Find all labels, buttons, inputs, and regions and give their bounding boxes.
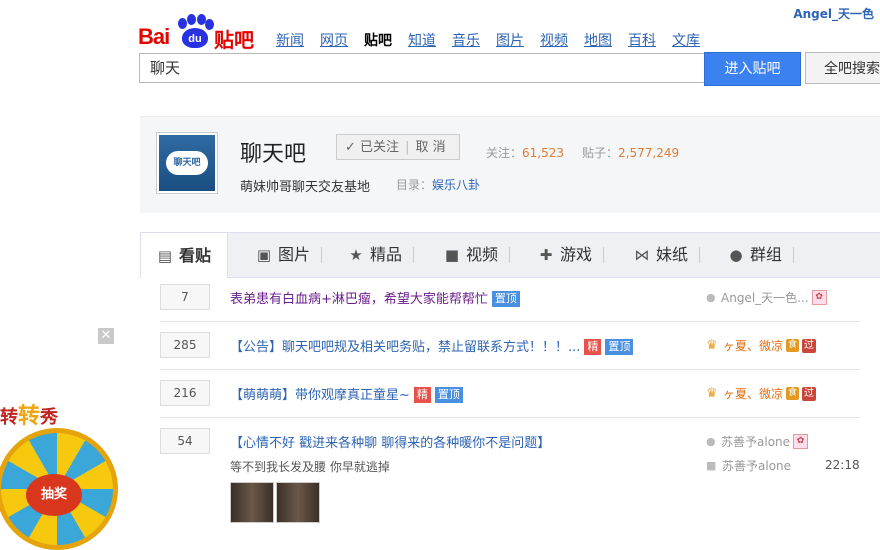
category-link[interactable]: 娱乐八卦	[432, 178, 480, 192]
lottery-button[interactable]: 抽奖	[26, 474, 82, 516]
nav-map[interactable]: 地图	[584, 30, 612, 50]
tab-featured[interactable]: ★ 精品	[348, 233, 415, 277]
reply-count: 285	[160, 332, 210, 358]
thumbnail-image[interactable]	[276, 482, 320, 523]
guo-badge-icon: 过	[802, 338, 817, 353]
nav-tieba[interactable]: 贴吧	[364, 30, 392, 50]
thread-author[interactable]: ♛ ヶ夏、微凉 食 过	[706, 385, 817, 402]
tab-images[interactable]: ▣ 图片	[256, 233, 323, 277]
nav-baike[interactable]: 百科	[628, 30, 656, 50]
forum-avatar-text: 聊天吧	[166, 151, 208, 175]
forum-title: 聊天吧	[240, 142, 307, 167]
unfollow-link[interactable]: 取 消	[415, 140, 445, 155]
flower-badge-icon: ✿	[793, 434, 809, 449]
forum-stats: 关注：61,523 贴子：2,577,249	[486, 146, 680, 160]
user-link[interactable]: Angel_天一色	[793, 5, 874, 22]
thread-title[interactable]: 【心情不好 戳进来各种聊 聊得来的各种暖你不是问题】	[230, 432, 550, 451]
close-icon[interactable]: ✕	[98, 328, 114, 344]
nav-zhidao[interactable]: 知道	[408, 30, 436, 50]
gamepad-icon: ✚	[539, 246, 553, 264]
search-all-button[interactable]: 全吧搜索	[805, 52, 880, 84]
person-icon: ●	[706, 290, 716, 304]
bow-icon: ⋈	[634, 246, 650, 264]
food-badge-icon: 食	[786, 387, 800, 400]
enter-tieba-button[interactable]: 进入贴吧	[704, 52, 801, 86]
thread-row: 285 【公告】聊天吧吧规及相关吧务贴，禁止留联系方式！！！... 精置顶 ♛ ヶ…	[160, 332, 860, 370]
featured-tag: 精	[584, 339, 602, 355]
tab-girls[interactable]: ⋈ 妹纸	[634, 233, 701, 277]
star-icon: ★	[349, 246, 363, 264]
thread-title[interactable]: 【萌萌萌】带你观摩真正童星~ 精置顶	[230, 384, 463, 403]
check-icon: ✓	[345, 140, 356, 155]
follow-count: 61,523	[522, 146, 565, 160]
reply-count: 7	[160, 284, 210, 310]
image-icon: ▣	[256, 246, 272, 264]
thread-title[interactable]: 【公告】聊天吧吧规及相关吧务贴，禁止留联系方式！！！... 精置顶	[230, 336, 634, 355]
thread-author[interactable]: ● 苏善予alone ✿	[706, 433, 809, 450]
top-tag: 置顶	[605, 339, 634, 355]
logo-bai: Bai	[138, 24, 170, 49]
follow-button[interactable]: ✓ 已关注 | 取 消	[336, 134, 460, 160]
forum-slogan: 萌妹帅哥聊天交友基地	[240, 180, 371, 195]
nav-web[interactable]: 网页	[320, 30, 348, 50]
last-reply-user[interactable]: ■ 苏善予alone	[706, 457, 791, 474]
forum-tabs: ▤ 看贴 ▣ 图片 ★ 精品 ■ 视频 ✚ 游戏 ⋈ 妹纸 ● 群组	[140, 232, 880, 278]
featured-tag: 精	[413, 387, 431, 403]
chat-bubble-icon: ■	[706, 458, 717, 472]
nav-video[interactable]: 视频	[540, 30, 568, 50]
flower-badge-icon: ✿	[811, 290, 827, 305]
search-input[interactable]: 聊天	[139, 53, 709, 83]
nav-images[interactable]: 图片	[496, 30, 524, 50]
nav-news[interactable]: 新闻	[276, 30, 304, 50]
guo-badge-icon: 过	[802, 386, 817, 401]
paw-icon: du	[176, 14, 214, 48]
followed-label: 已关注	[360, 140, 400, 155]
thread-abstract: 等不到我长发及腰 你早就逃掉	[230, 460, 390, 474]
crown-icon: ♛	[706, 385, 718, 401]
top-nav: 新闻 网页 贴吧 知道 音乐 图片 视频 地图 百科 文库	[276, 30, 716, 50]
thread-author[interactable]: ♛ ヶ夏、微凉 食 过	[706, 337, 817, 354]
thread-row: 7 表弟患有白血病+淋巴瘤，希望大家能帮帮忙 置顶 ● Angel_天一色... …	[160, 284, 860, 322]
tab-games[interactable]: ✚ 游戏	[538, 233, 605, 277]
baidu-tieba-logo[interactable]: Bai du 贴吧	[138, 8, 258, 52]
thread-title[interactable]: 表弟患有白血病+淋巴瘤，希望大家能帮帮忙 置顶	[230, 288, 520, 307]
document-icon: ▤	[157, 246, 173, 265]
thumbnail-image[interactable]	[230, 482, 274, 523]
chat-icon: ●	[729, 246, 743, 264]
crown-icon: ♛	[706, 337, 718, 353]
post-count: 2,577,249	[618, 146, 680, 160]
tab-video[interactable]: ■ 视频	[444, 233, 511, 277]
video-icon: ■	[444, 246, 460, 264]
promo-title[interactable]: 转转秀	[0, 398, 58, 430]
top-tag: 置顶	[434, 387, 463, 403]
nav-music[interactable]: 音乐	[452, 30, 480, 50]
logo-tieba: 贴吧	[214, 28, 254, 52]
thread-row: 216 【萌萌萌】带你观摩真正童星~ 精置顶 ♛ ヶ夏、微凉 食 过	[160, 380, 860, 418]
reply-count: 54	[160, 428, 210, 454]
reply-count: 216	[160, 380, 210, 406]
thread-author[interactable]: ● Angel_天一色... ✿	[706, 289, 827, 306]
nav-wenku[interactable]: 文库	[672, 30, 700, 50]
tab-posts[interactable]: ▤ 看贴	[140, 233, 229, 278]
thread-thumbnails[interactable]	[230, 482, 320, 523]
forum-avatar[interactable]: 聊天吧	[156, 132, 218, 194]
forum-category: 目录：娱乐八卦	[396, 178, 481, 192]
last-reply-time: 22:18	[825, 458, 860, 472]
top-tag: 置顶	[491, 291, 520, 307]
food-badge-icon: 食	[786, 339, 800, 352]
person-icon: ●	[706, 434, 716, 448]
tab-groups[interactable]: ● 群组	[728, 233, 795, 277]
